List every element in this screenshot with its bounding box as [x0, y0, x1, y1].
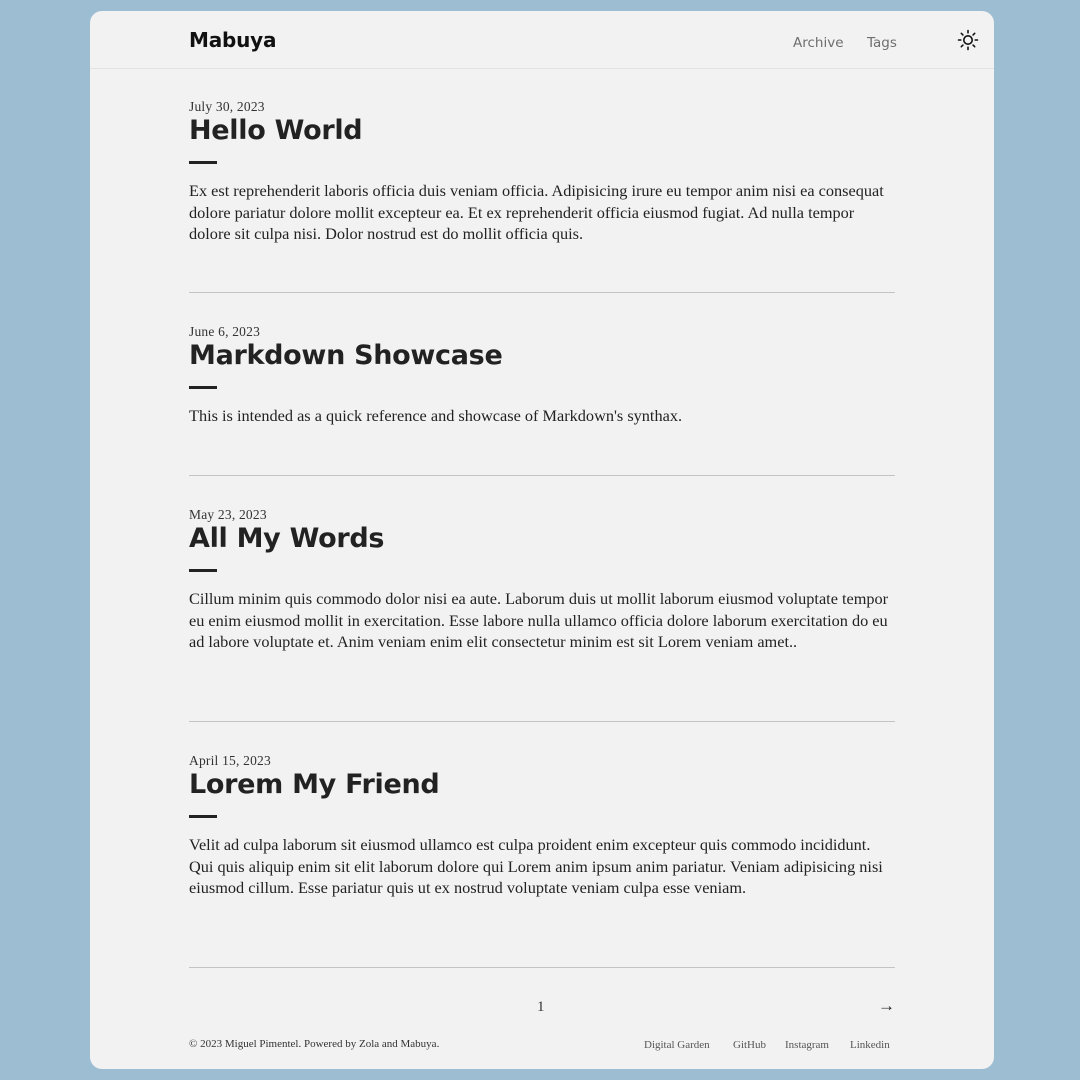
theme-toggle-button[interactable]	[956, 28, 980, 52]
post-summary: Cillum minim quis commodo dolor nisi ea …	[189, 589, 889, 651]
sun-icon	[957, 29, 979, 51]
post-title-link[interactable]: Markdown Showcase	[189, 340, 503, 371]
site-title-link[interactable]: Mabuya	[189, 28, 276, 52]
post-divider	[189, 292, 895, 293]
footer-link-instagram[interactable]: Instagram	[785, 1039, 829, 1051]
post-summary: Velit ad culpa laborum sit eiusmod ullam…	[189, 835, 883, 897]
post-summary: Ex est reprehenderit laboris officia dui…	[189, 181, 884, 243]
post-summary: This is intended as a quick reference an…	[189, 406, 683, 425]
post-date: July 30, 2023	[189, 99, 265, 114]
title-underline	[189, 815, 217, 818]
title-underline	[189, 569, 217, 572]
post-date: April 15, 2023	[189, 753, 271, 768]
nav-tags-link[interactable]: Tags	[867, 35, 897, 51]
footer-link-digital-garden[interactable]: Digital Garden	[644, 1039, 710, 1051]
post-divider	[189, 967, 895, 968]
title-underline	[189, 161, 217, 164]
post-title-link[interactable]: All My Words	[189, 523, 384, 554]
post-divider	[189, 721, 895, 722]
post-divider	[189, 475, 895, 476]
nav-archive-link[interactable]: Archive	[793, 35, 844, 51]
post-date: May 23, 2023	[189, 507, 267, 522]
post-title-link[interactable]: Lorem My Friend	[189, 769, 440, 800]
post-title-link[interactable]: Hello World	[189, 115, 363, 146]
pagination-current-page[interactable]: 1	[537, 999, 545, 1016]
page-container: Mabuya Archive Tags July 30, 2023 Hello …	[90, 11, 994, 1069]
footer-link-github[interactable]: GitHub	[733, 1039, 766, 1051]
post-date: June 6, 2023	[189, 324, 261, 339]
footer-copyright: © 2023 Miguel Pimentel. Powered by Zola …	[189, 1038, 440, 1050]
title-underline	[189, 386, 217, 389]
site-header: Mabuya Archive Tags	[90, 11, 994, 69]
footer-link-linkedin[interactable]: Linkedin	[850, 1039, 890, 1051]
pagination-next-arrow-icon[interactable]: →	[878, 996, 895, 1016]
